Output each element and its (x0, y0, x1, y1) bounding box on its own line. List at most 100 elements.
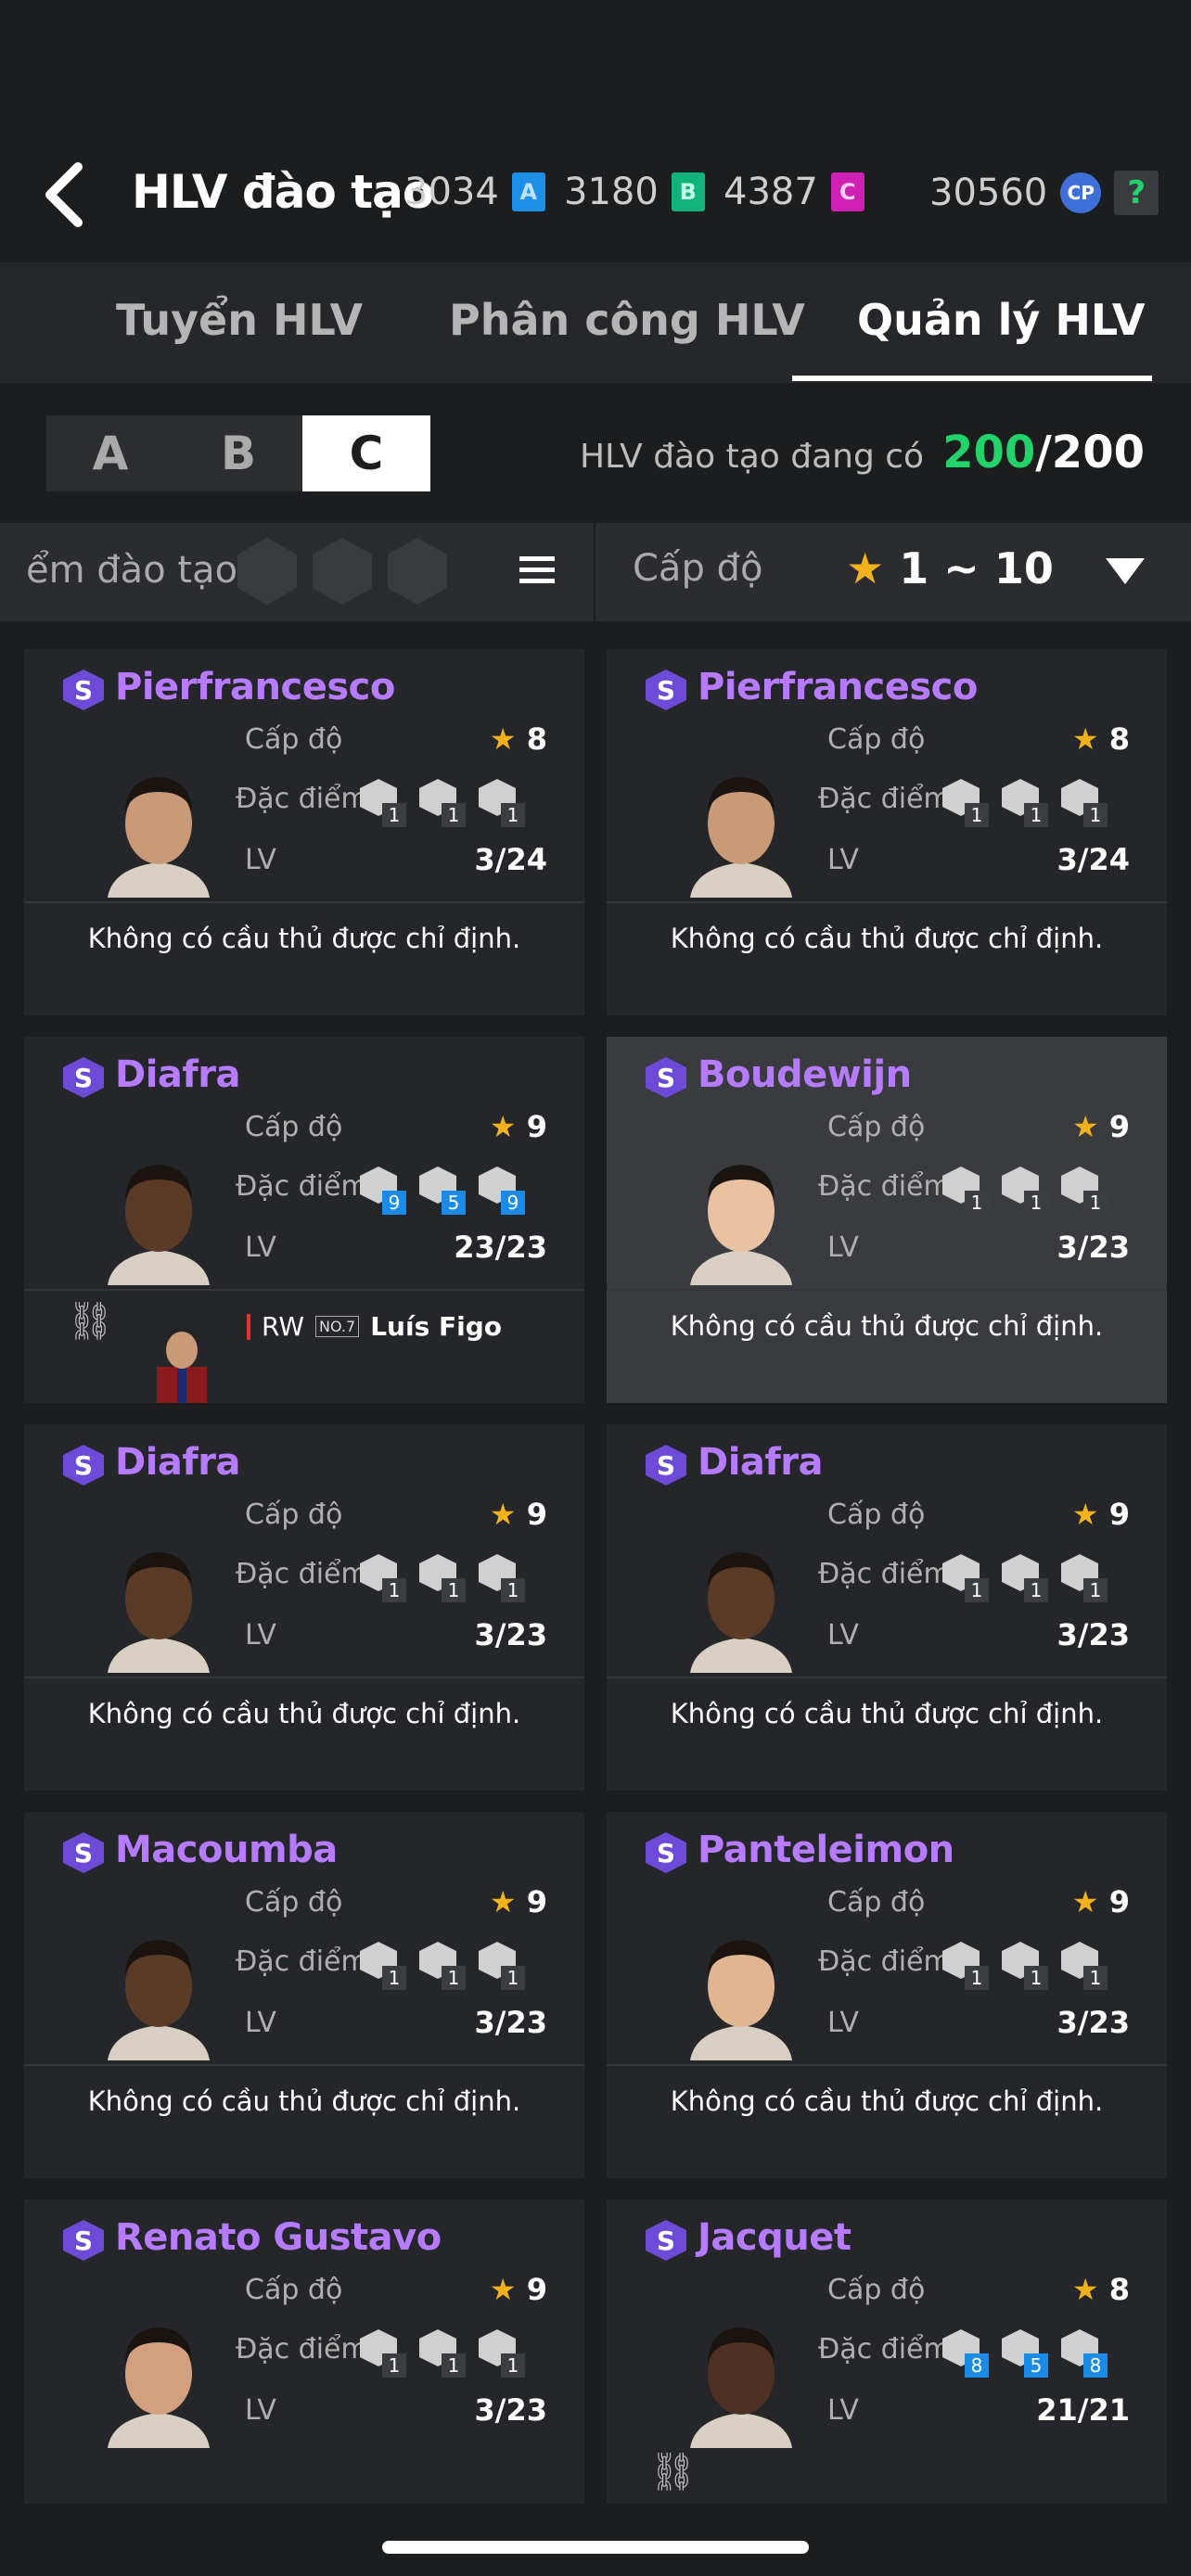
coach-name: Panteleimon (698, 1829, 954, 1871)
coach-card[interactable]: S Pierfrancesco Cấp độ ★ 8 Đặc điểm 1 1 1 LV 3/24… (607, 649, 1167, 1015)
position-label: RW (262, 1311, 305, 1342)
lv-label: LV (245, 2394, 276, 2427)
trait-icon[interactable]: 5 (1002, 2329, 1048, 2378)
coach-card[interactable]: S Boudewijn Cấp độ ★ 9 Đặc điểm 1 1 1 LV 3/23 Khôn… (607, 1037, 1167, 1403)
trait-icon[interactable]: 1 (479, 2329, 525, 2378)
traits-label: Đặc điểm (236, 1558, 368, 1590)
coach-card[interactable]: S Macoumba Cấp độ ★ 9 Đặc điểm 1 1 1 LV 3/23 Không… (24, 1812, 584, 2178)
coach-card[interactable]: S Pierfrancesco Cấp độ ★ 8 Đặc điểm 1 1 1 LV 3/24… (24, 649, 584, 1015)
traits-label: Đặc điểm (236, 1170, 368, 1203)
filter-divider (594, 523, 596, 621)
trait-icon[interactable]: 1 (360, 1554, 406, 1602)
coach-portrait (690, 1552, 792, 1673)
coach-level: ★ 8 (1071, 721, 1130, 757)
menu-icon[interactable] (519, 556, 555, 584)
coach-lv-progress: 3/24 (474, 842, 547, 877)
trait-icon[interactable]: 1 (419, 2329, 466, 2378)
trait-list: 111 (942, 1942, 1108, 1990)
coach-name: Renato Gustavo (115, 2216, 442, 2259)
tab-bar: Tuyển HLV Phân công HLV Quản lý HLV (0, 262, 1191, 383)
page-title: HLV đào tạo (132, 165, 434, 219)
card-divider (24, 1677, 584, 1678)
trait-icon[interactable]: 1 (479, 779, 525, 827)
trait-icon[interactable]: 1 (360, 779, 406, 827)
back-arrow-icon[interactable] (37, 158, 93, 232)
level-label: Cấp độ (245, 723, 343, 756)
s-grade-icon: S (646, 1057, 686, 1098)
trait-icon[interactable]: 8 (1061, 2329, 1108, 2378)
tab-assign-coach[interactable]: Phân công HLV (449, 295, 805, 345)
coach-a-ticket-icon: A (511, 172, 545, 211)
coach-card[interactable]: S Panteleimon Cấp độ ★ 9 Đặc điểm 1 1 1 LV 3/23 Kh… (607, 1812, 1167, 2178)
coach-portrait (690, 777, 792, 898)
assigned-player[interactable]: RW NO.7 Luís Figo (247, 1311, 502, 1342)
trait-icon[interactable]: 1 (1002, 779, 1048, 827)
level-label: Cấp độ (245, 1111, 343, 1143)
trait-icon[interactable]: 1 (1002, 1942, 1048, 1990)
trait-icon[interactable]: 9 (360, 1167, 406, 1215)
coach-lv-progress: 3/23 (474, 2392, 547, 2428)
coach-name: Boudewijn (698, 1053, 912, 1096)
trait-icon[interactable]: 1 (1061, 779, 1108, 827)
coach-lv-progress: 21/21 (1036, 2392, 1130, 2428)
trait-icon[interactable]: 1 (942, 779, 989, 827)
coach-portrait (108, 2327, 210, 2448)
coach-card[interactable]: S Diafra Cấp độ ★ 9 Đặc điểm 9 5 9 LV 23/23 ⛓ RW NO.… (24, 1037, 584, 1403)
s-grade-icon: S (646, 1445, 686, 1486)
grade-b-button[interactable]: B (174, 415, 302, 491)
trait-icon[interactable]: 5 (419, 1167, 466, 1215)
coach-card[interactable]: S Renato Gustavo Cấp độ ★ 9 Đặc điểm 1 1 1 LV 3/2… (24, 2200, 584, 2504)
coach-portrait (108, 1552, 210, 1673)
grade-c-button[interactable]: C (302, 415, 430, 491)
help-button[interactable]: ? (1114, 171, 1159, 215)
tab-recruit-coach[interactable]: Tuyển HLV (116, 295, 363, 345)
trait-icon[interactable]: 1 (1002, 1554, 1048, 1602)
trait-icon[interactable]: 1 (1002, 1167, 1048, 1215)
trait-icon[interactable]: 1 (419, 779, 466, 827)
lv-label: LV (245, 1619, 276, 1651)
dropdown-arrow-icon[interactable] (1106, 558, 1145, 584)
trait-icon[interactable]: 1 (419, 1554, 466, 1602)
tab-manage-coach[interactable]: Quản lý HLV (857, 295, 1146, 345)
trait-icon[interactable]: 1 (360, 2329, 406, 2378)
star-icon: ★ (1071, 2272, 1099, 2307)
level-filter-range[interactable]: ★ 1 ~ 10 (846, 543, 1054, 593)
coach-level: ★ 9 (1071, 1884, 1130, 1919)
card-divider (607, 1677, 1167, 1678)
star-icon: ★ (1071, 1497, 1099, 1532)
coach-level: ★ 8 (1071, 2272, 1130, 2307)
coach-level: ★ 9 (489, 1884, 547, 1919)
s-grade-icon: S (63, 1445, 104, 1486)
home-indicator[interactable] (382, 2541, 809, 2554)
trait-icon[interactable]: 1 (1061, 1554, 1108, 1602)
coach-card[interactable]: S Diafra Cấp độ ★ 9 Đặc điểm 1 1 1 LV 3/23 Không c… (607, 1424, 1167, 1791)
traits-label: Đặc điểm (818, 2333, 951, 2366)
trait-icon[interactable]: 1 (942, 1554, 989, 1602)
coach-card[interactable]: S Jacquet Cấp độ ★ 8 Đặc điểm 8 5 8 LV 21/21 ⛓ (607, 2200, 1167, 2504)
trait-icon[interactable]: 1 (942, 1167, 989, 1215)
trait-list: 111 (942, 1554, 1108, 1602)
lv-label: LV (245, 2007, 276, 2039)
position-color-bar (247, 1313, 250, 1340)
trait-icon[interactable]: 1 (419, 1942, 466, 1990)
trait-icon[interactable]: 1 (479, 1554, 525, 1602)
star-icon: ★ (489, 1109, 517, 1144)
trait-list: 111 (360, 1554, 525, 1602)
currency-b: 3180 B (564, 171, 705, 213)
trait-list: 111 (360, 779, 525, 827)
trait-icon[interactable]: 1 (942, 1942, 989, 1990)
trait-icon[interactable]: 1 (1061, 1942, 1108, 1990)
no-player-assigned-text: Không có cầu thủ được chỉ định. (87, 923, 521, 954)
star-icon: ★ (1071, 1884, 1099, 1919)
trait-icon[interactable]: 8 (942, 2329, 989, 2378)
header-bar: HLV đào tạo 3034 A 3180 B 4387 C 30560 C… (0, 0, 1191, 262)
star-icon: ★ (489, 1884, 517, 1919)
coach-name: Diafra (115, 1053, 241, 1096)
trait-icon[interactable]: 9 (479, 1167, 525, 1215)
card-divider (607, 901, 1167, 903)
trait-icon[interactable]: 1 (1061, 1167, 1108, 1215)
trait-icon[interactable]: 1 (360, 1942, 406, 1990)
grade-a-button[interactable]: A (46, 415, 174, 491)
trait-icon[interactable]: 1 (479, 1942, 525, 1990)
coach-card[interactable]: S Diafra Cấp độ ★ 9 Đặc điểm 1 1 1 LV 3/23 Không c… (24, 1424, 584, 1791)
